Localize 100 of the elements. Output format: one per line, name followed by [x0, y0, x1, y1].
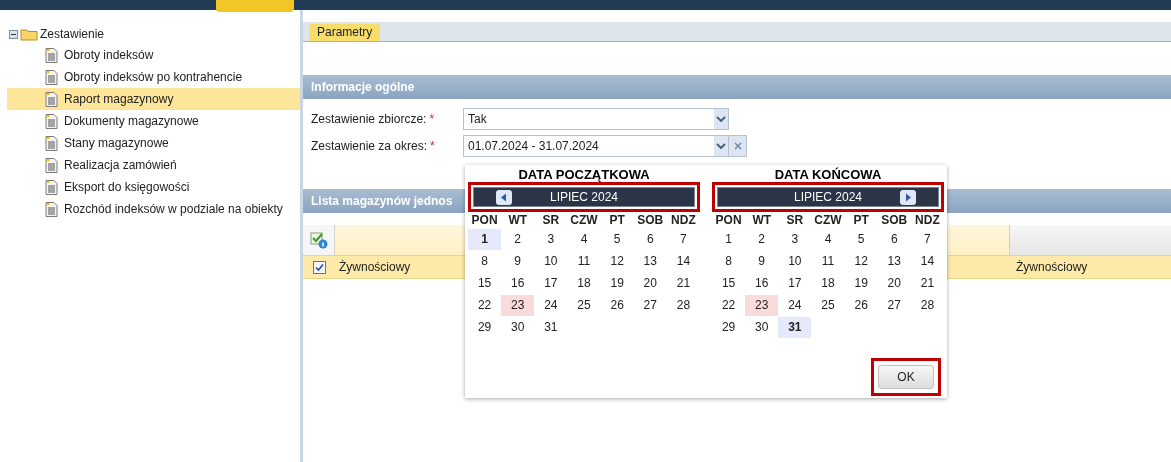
close-icon [733, 142, 742, 150]
tree-item[interactable]: Rozchód indeksów w podziale na obiekty [7, 198, 300, 220]
day-cell[interactable]: 12 [600, 250, 634, 272]
day-cell[interactable]: 28 [666, 294, 700, 316]
day-cell[interactable]: 11 [811, 250, 845, 272]
day-cell[interactable]: 19 [600, 272, 634, 294]
tab[interactable]: Parametry [309, 24, 381, 41]
dropdown-field[interactable]: Tak [463, 108, 729, 130]
document-icon [45, 135, 58, 151]
day-cell[interactable]: 31 [534, 316, 568, 338]
day-cell[interactable]: 14 [910, 250, 944, 272]
day-cell[interactable]: 28 [910, 294, 944, 316]
day-cell[interactable]: 21 [910, 272, 944, 294]
day-cell[interactable]: 23 [501, 294, 535, 316]
row-checkbox[interactable] [312, 260, 326, 274]
dropdown-field[interactable]: 01.07.2024 - 31.07.2024 [463, 135, 729, 157]
day-cell[interactable]: 2 [501, 228, 535, 250]
dropdown-caret-icon [714, 109, 728, 129]
next-month-icon[interactable] [900, 189, 916, 205]
tree-item[interactable]: Eksport do księgowości [7, 176, 300, 198]
weekday-label: PT [608, 212, 626, 228]
day-cell[interactable]: 16 [501, 272, 535, 294]
weekday-label: PON [714, 212, 743, 228]
day-cell[interactable]: 6 [633, 228, 667, 250]
field-label: Zestawienie za okres: * [311, 139, 435, 153]
document-icon [45, 47, 58, 63]
tree-item[interactable]: Obroty indeksów po kontrahencie [7, 66, 300, 88]
day-cell[interactable]: 4 [567, 228, 601, 250]
day-cell[interactable]: 20 [877, 272, 911, 294]
tree-item[interactable]: Dokumenty magazynowe [7, 110, 300, 132]
day-cell[interactable]: 25 [811, 294, 845, 316]
day-cell[interactable]: 13 [633, 250, 667, 272]
weekday-label: SOB [636, 212, 665, 228]
day-cell[interactable]: 3 [778, 228, 812, 250]
day-cell[interactable]: 11 [567, 250, 601, 272]
document-icon [45, 201, 58, 217]
day-cell[interactable]: 25 [567, 294, 601, 316]
tree-root-label[interactable]: Zestawienie [40, 25, 105, 43]
day-cell[interactable]: 7 [910, 228, 944, 250]
day-cell[interactable]: 27 [633, 294, 667, 316]
day-cell[interactable]: 30 [745, 316, 779, 338]
day-cell[interactable]: 30 [501, 316, 535, 338]
day-cell[interactable]: 20 [633, 272, 667, 294]
day-cell[interactable]: 21 [666, 272, 700, 294]
tree-item[interactable]: Realizacja zamówień [7, 154, 300, 176]
document-icon [45, 179, 58, 195]
day-cell[interactable]: 9 [745, 250, 779, 272]
day-cell[interactable]: 5 [844, 228, 878, 250]
day-cell[interactable]: 3 [534, 228, 568, 250]
day-cell[interactable]: 1 [468, 228, 502, 250]
weekday-label: NDZ [670, 212, 697, 228]
clear-button[interactable] [729, 135, 747, 157]
tree-item[interactable]: Raport magazynowy [7, 88, 300, 110]
day-cell[interactable]: 8 [468, 250, 502, 272]
tree-item[interactable]: Stany magazynowe [7, 132, 300, 154]
day-cell[interactable]: 2 [745, 228, 779, 250]
day-cell[interactable]: 8 [712, 250, 746, 272]
day-cell[interactable]: 24 [778, 294, 812, 316]
document-icon [45, 91, 58, 107]
tree-item[interactable]: Obroty indeksów [7, 44, 300, 66]
day-cell[interactable]: 15 [468, 272, 502, 294]
day-cell[interactable]: 17 [778, 272, 812, 294]
day-cell[interactable]: 17 [534, 272, 568, 294]
day-cell[interactable]: 10 [534, 250, 568, 272]
day-cell[interactable]: 4 [811, 228, 845, 250]
table-cell-text: Żywnościowy [339, 259, 411, 276]
day-cell[interactable]: 15 [712, 272, 746, 294]
weekday-label: PT [852, 212, 870, 228]
day-cell[interactable]: 1 [712, 228, 746, 250]
day-cell[interactable]: 14 [666, 250, 700, 272]
day-cell[interactable]: 24 [534, 294, 568, 316]
day-cell[interactable]: 23 [745, 294, 779, 316]
day-cell[interactable]: 22 [712, 294, 746, 316]
check-info-icon [309, 231, 328, 249]
day-cell[interactable]: 27 [877, 294, 911, 316]
day-cell[interactable]: 7 [666, 228, 700, 250]
day-cell[interactable]: 6 [877, 228, 911, 250]
month-label: LIPIEC 2024 [792, 189, 863, 206]
day-cell[interactable]: 13 [877, 250, 911, 272]
day-cell[interactable]: 19 [844, 272, 878, 294]
ok-button[interactable]: OK [878, 365, 934, 389]
day-cell[interactable]: 31 [778, 316, 812, 338]
day-cell[interactable]: 5 [600, 228, 634, 250]
day-cell[interactable]: 22 [468, 294, 502, 316]
day-cell[interactable]: 10 [778, 250, 812, 272]
day-cell[interactable]: 26 [600, 294, 634, 316]
day-cell[interactable]: 9 [501, 250, 535, 272]
weekday-label: SR [785, 212, 805, 228]
day-cell[interactable]: 12 [844, 250, 878, 272]
day-cell[interactable]: 18 [811, 272, 845, 294]
document-icon [45, 69, 58, 85]
day-cell[interactable]: 29 [468, 316, 502, 338]
weekday-label: WT [751, 212, 773, 228]
day-cell[interactable]: 26 [844, 294, 878, 316]
calendar-title: DATA POCZĄTKOWA [517, 167, 651, 182]
day-cell[interactable]: 18 [567, 272, 601, 294]
day-cell[interactable]: 29 [712, 316, 746, 338]
weekday-label: SOB [880, 212, 909, 228]
previous-month-icon[interactable] [496, 189, 512, 205]
day-cell[interactable]: 16 [745, 272, 779, 294]
